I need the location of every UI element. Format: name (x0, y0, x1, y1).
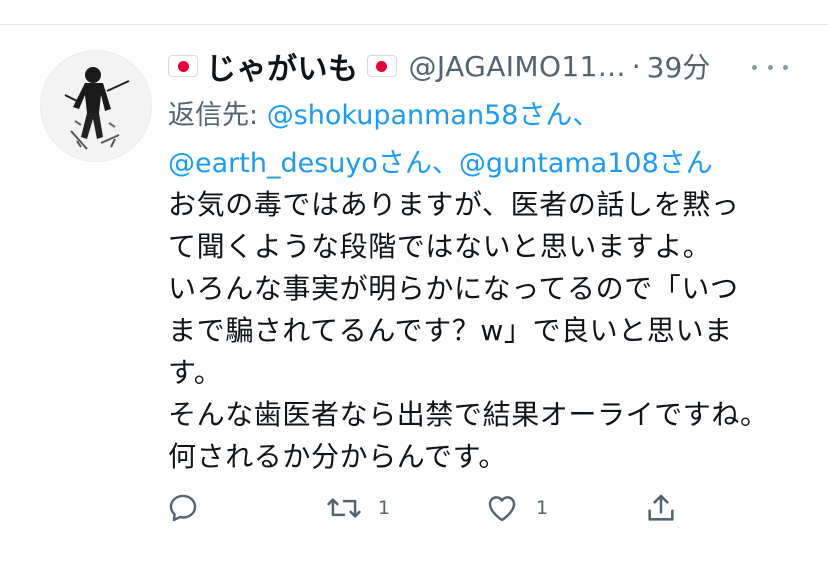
heart-icon (488, 496, 516, 522)
reply-icon (169, 494, 197, 522)
like-count: 1 (536, 497, 549, 519)
mention-comma: 、 (431, 148, 459, 179)
more-dot (783, 64, 788, 70)
avatar[interactable] (40, 50, 152, 162)
top-divider (0, 24, 828, 25)
mention-honorific: さん (377, 148, 432, 179)
retweet-button[interactable]: 1 (326, 488, 390, 528)
more-dot (752, 64, 757, 70)
user-handle[interactable]: @JAGAIMO11... (409, 50, 626, 83)
mention-comma: 、 (572, 100, 600, 131)
reply-button[interactable] (166, 488, 200, 528)
retweet-count: 1 (378, 497, 391, 519)
timestamp[interactable]: 39分 (647, 46, 711, 86)
mention-honorific: さん (658, 148, 713, 179)
more-horizontal-icon[interactable] (752, 52, 788, 82)
share-button[interactable] (644, 488, 678, 528)
more-dot (767, 64, 773, 70)
reply-to-line: 返信先: @shokupanman58さん、 @earth_desuyoさん、@… (168, 92, 808, 188)
retweet-icon (327, 498, 361, 518)
mention-guntama108[interactable]: @guntama108 (459, 148, 659, 179)
reply-to-prefix: 返信先: (168, 100, 259, 131)
samurai-avatar-image (41, 51, 151, 161)
separator-dot: · (631, 49, 641, 83)
mention-earth-desuyo[interactable]: @earth_desuyo (168, 148, 378, 179)
display-name[interactable]: じゃがいも (206, 44, 359, 88)
mention-shokupanman58[interactable]: @shokupanman58 (267, 100, 519, 131)
tweet-body: お気の毒ではありますが、医者の話しを黙っ て聞くような段階ではないと思いますよ。… (168, 188, 769, 473)
tweet-header: じゃがいも @JAGAIMO11... · 39分 (168, 44, 711, 88)
like-button[interactable]: 1 (484, 488, 548, 528)
tweet-actions: 1 1 (166, 488, 686, 528)
japan-flag-icon (168, 55, 198, 77)
share-icon (648, 494, 674, 521)
mention-honorific: さん (518, 100, 573, 131)
japan-flag-icon (366, 55, 397, 77)
